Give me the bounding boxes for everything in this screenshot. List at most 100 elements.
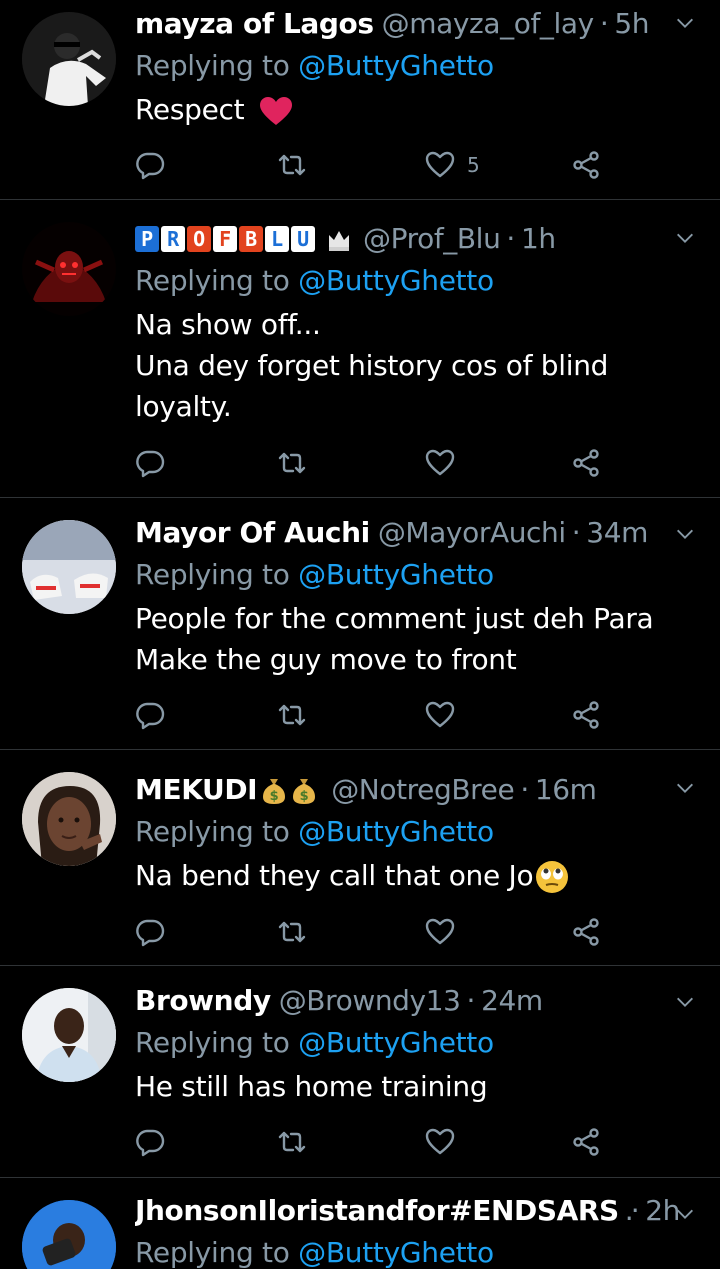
retweet-button[interactable] (277, 695, 307, 735)
mention-link[interactable]: @ButtyGhetto (298, 1236, 494, 1269)
avatar[interactable] (22, 520, 116, 614)
separator-dot: · (506, 222, 515, 255)
tweet-actions (135, 1122, 615, 1162)
tweet-text: He still has home training (135, 1066, 680, 1107)
user-handle[interactable]: @mayza_of_lay (382, 3, 594, 45)
user-handle[interactable]: @MayorAuchi (378, 512, 566, 554)
separator-dot: · (466, 984, 476, 1017)
replying-to: Replying to @ButtyGhetto (135, 45, 680, 87)
avatar-image (22, 1200, 116, 1269)
like-button[interactable] (425, 912, 455, 952)
like-button[interactable] (425, 1122, 455, 1162)
avatar[interactable] (22, 1200, 116, 1269)
share-button[interactable] (571, 912, 601, 952)
avatar[interactable] (22, 12, 116, 106)
display-name[interactable]: JhonsonIloristandfor#ENDSARS (135, 1190, 619, 1232)
timestamp[interactable]: 24m (481, 980, 543, 1022)
like-button[interactable]: 5 (425, 145, 480, 185)
retweet-button[interactable] (277, 1122, 307, 1162)
tweet-line: He still has home training (135, 1070, 488, 1103)
timestamp[interactable]: 5h (614, 3, 649, 45)
tweet-0[interactable]: mayza of Lagos @mayza_of_lay · 5h Replyi… (0, 0, 720, 200)
tweet-5[interactable]: JhonsonIloristandfor#ENDSARS ... · 2h Re… (0, 1178, 720, 1269)
red-heart-emoji-icon (259, 97, 292, 125)
avatar[interactable] (22, 772, 116, 866)
tweet-header: mayza of Lagos @mayza_of_lay · 5h (135, 3, 680, 45)
replying-to: Replying to @ButtyGhetto (135, 260, 680, 302)
display-name[interactable]: P R O F B L U (135, 225, 353, 253)
reply-icon (136, 152, 165, 180)
reply-button[interactable] (135, 443, 165, 483)
share-icon (573, 151, 599, 179)
retweet-button[interactable] (277, 912, 307, 952)
name-letter-tile: B (239, 226, 263, 252)
timestamp[interactable]: 1h (521, 218, 556, 260)
user-handle[interactable]: @NotregBree (331, 769, 514, 811)
share-icon (573, 449, 599, 477)
user-handle[interactable]: @Browndy13 (279, 980, 461, 1022)
mention-link[interactable]: @ButtyGhetto (298, 264, 494, 297)
avatar-image (22, 988, 116, 1082)
tweet-2[interactable]: Mayor Of Auchi @MayorAuchi · 34m Replyin… (0, 498, 720, 750)
name-letter-tile: R (161, 226, 185, 252)
mention-link[interactable]: @ButtyGhetto (298, 1026, 494, 1059)
reply-feed: mayza of Lagos @mayza_of_lay · 5h Replyi… (0, 0, 720, 1269)
money-bag-emoji-icon: $ (293, 779, 316, 804)
display-name[interactable]: MEKUDI $ $ (135, 769, 317, 811)
like-button[interactable] (425, 695, 455, 735)
tweet-text: Na bend they call that one Jo (135, 855, 680, 896)
retweet-button[interactable] (277, 145, 307, 185)
timestamp[interactable]: 34m (586, 512, 648, 554)
tweet-text: Respect (135, 89, 680, 130)
crown-emoji-icon (329, 231, 349, 251)
retweet-icon (278, 154, 306, 176)
heart-icon (425, 1128, 455, 1155)
replying-to: Replying to @ButtyGhetto (135, 1232, 680, 1269)
share-button[interactable] (571, 443, 601, 483)
share-button[interactable] (571, 695, 601, 735)
svg-text:$: $ (300, 789, 309, 804)
avatar-image (22, 772, 116, 866)
tweet-line: Make the guy move to front (135, 643, 517, 676)
retweet-button[interactable] (277, 443, 307, 483)
reply-button[interactable] (135, 912, 165, 952)
display-name[interactable]: Browndy (135, 980, 271, 1022)
separator-dot: · (599, 7, 609, 40)
name-letter-tile: F (213, 226, 237, 252)
tweet-text: People for the comment just deh Para Mak… (135, 598, 680, 680)
retweet-icon (278, 704, 306, 726)
replying-to-label: Replying to (135, 815, 290, 848)
tweet-header: Browndy @Browndy13 · 24m (135, 980, 680, 1022)
timestamp[interactable]: 2h (645, 1190, 680, 1232)
eye-roll-emoji-icon (536, 861, 569, 893)
heart-icon (425, 449, 455, 476)
like-count: 5 (467, 153, 480, 177)
reply-button[interactable] (135, 1122, 165, 1162)
reply-button[interactable] (135, 695, 165, 735)
display-name[interactable]: mayza of Lagos (135, 3, 374, 45)
avatar[interactable] (22, 222, 116, 316)
like-button[interactable] (425, 443, 455, 483)
timestamp[interactable]: 16m (535, 769, 597, 811)
replying-to: Replying to @ButtyGhetto (135, 1022, 680, 1064)
mention-link[interactable]: @ButtyGhetto (298, 815, 494, 848)
tweet-4[interactable]: Browndy @Browndy13 · 24m Replying to @Bu… (0, 966, 720, 1178)
tweet-3[interactable]: MEKUDI $ $ @NotregBree · 16m Replying to @… (0, 750, 720, 966)
reply-button[interactable] (135, 145, 165, 185)
mention-link[interactable]: @ButtyGhetto (298, 558, 494, 591)
tweet-1[interactable]: P R O F B L U @Prof_Blu · 1h Replying to… (0, 200, 720, 498)
mention-link[interactable]: @ButtyGhetto (298, 49, 494, 82)
tweet-line: Una dey forget history cos of blind (135, 349, 609, 382)
display-name[interactable]: Mayor Of Auchi (135, 512, 370, 554)
share-button[interactable] (571, 1122, 601, 1162)
separator-dot: · (630, 1194, 640, 1227)
replying-to-label: Replying to (135, 1236, 290, 1269)
tweet-actions: 5 (135, 145, 615, 185)
user-handle[interactable]: @Prof_Blu (363, 218, 500, 260)
avatar[interactable] (22, 988, 116, 1082)
share-button[interactable] (571, 145, 601, 185)
avatar-image (22, 520, 116, 614)
tweet-line: Na show off... (135, 308, 321, 341)
heart-icon (425, 701, 455, 728)
retweet-icon (278, 921, 306, 943)
